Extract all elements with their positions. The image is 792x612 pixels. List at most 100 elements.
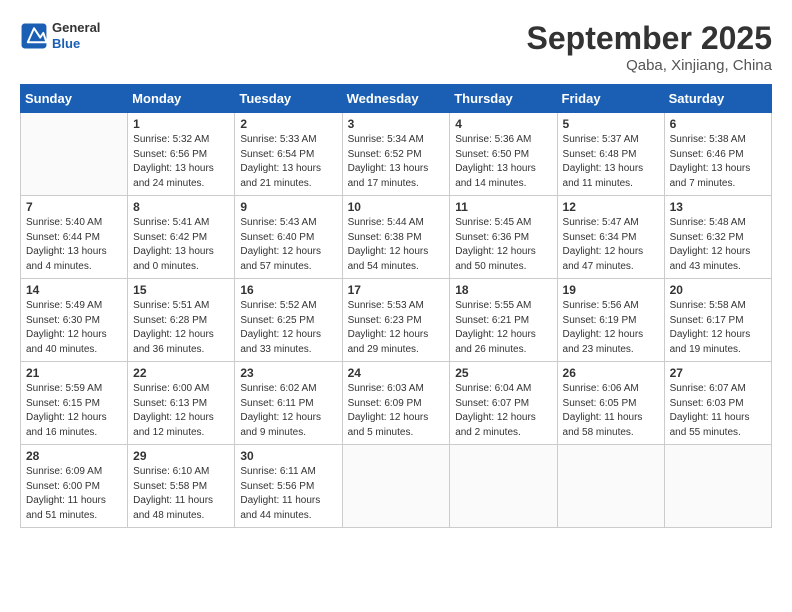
cell-info: Sunrise: 5:33 AM Sunset: 6:54 PM Dayligh… — [240, 133, 336, 191]
cell-info: Sunrise: 6:06 AM Sunset: 6:05 PM Dayligh… — [563, 382, 659, 440]
week-row-1: 1 Sunrise: 5:32 AM Sunset: 6:56 PM Daylig… — [21, 113, 772, 196]
calendar-cell: 18Sunrise: 5:55 AM Sunset: 6:21 PM Dayli… — [450, 279, 557, 362]
day-number: 4 — [455, 117, 551, 131]
logo-blue: Blue — [52, 36, 100, 52]
week-row-4: 21 Sunrise: 5:59 AM Sunset: 6:15 PM Dayli… — [21, 362, 772, 445]
calendar-cell: 1 Sunrise: 5:32 AM Sunset: 6:56 PM Daylig… — [128, 113, 235, 196]
weekday-header-monday: Monday — [128, 85, 235, 113]
day-number: 16 — [240, 283, 336, 297]
weekday-header-wednesday: Wednesday — [342, 85, 450, 113]
day-number: 25 — [455, 366, 551, 380]
day-number: 28 — [26, 449, 122, 463]
day-number: 29 — [133, 449, 229, 463]
calendar-cell: 29 Sunrise: 6:10 AM Sunset: 5:58 PM Dayli… — [128, 445, 235, 528]
day-number: 23 — [240, 366, 336, 380]
cell-info: Sunrise: 5:47 AM Sunset: 6:34 PM Dayligh… — [563, 216, 659, 274]
cell-info: Sunrise: 5:49 AM Sunset: 6:30 PM Dayligh… — [26, 299, 122, 357]
calendar-cell: 30Sunrise: 6:11 AM Sunset: 5:56 PM Dayli… — [235, 445, 342, 528]
weekday-header-tuesday: Tuesday — [235, 85, 342, 113]
day-number: 21 — [26, 366, 122, 380]
calendar-cell — [342, 445, 450, 528]
day-number: 8 — [133, 200, 229, 214]
calendar-cell: 11 Sunrise: 5:45 AM Sunset: 6:36 PM Dayli… — [450, 196, 557, 279]
logo-general: General — [52, 20, 100, 36]
weekday-header-sunday: Sunday — [21, 85, 128, 113]
calendar-cell: 25 Sunrise: 6:04 AM Sunset: 6:07 PM Dayli… — [450, 362, 557, 445]
day-number: 7 — [26, 200, 122, 214]
location: Qaba, Xinjiang, China — [527, 57, 772, 74]
cell-info: Sunrise: 5:40 AM Sunset: 6:44 PM Dayligh… — [26, 216, 122, 274]
calendar-cell: 24Sunrise: 6:03 AM Sunset: 6:09 PM Dayli… — [342, 362, 450, 445]
logo-icon — [20, 22, 48, 50]
calendar-cell: 20Sunrise: 5:58 AM Sunset: 6:17 PM Dayli… — [664, 279, 771, 362]
weekday-header-row: SundayMondayTuesdayWednesdayThursdayFrid… — [21, 85, 772, 113]
calendar-cell — [557, 445, 664, 528]
cell-info: Sunrise: 5:36 AM Sunset: 6:50 PM Dayligh… — [455, 133, 551, 191]
cell-info: Sunrise: 5:32 AM Sunset: 6:56 PM Dayligh… — [133, 133, 229, 191]
month-title: September 2025 — [527, 20, 772, 57]
calendar-cell: 17 Sunrise: 5:53 AM Sunset: 6:23 PM Dayli… — [342, 279, 450, 362]
day-number: 20 — [670, 283, 766, 297]
calendar-cell: 27 Sunrise: 6:07 AM Sunset: 6:03 PM Dayli… — [664, 362, 771, 445]
calendar-cell: 6Sunrise: 5:38 AM Sunset: 6:46 PM Daylig… — [664, 113, 771, 196]
calendar-cell — [450, 445, 557, 528]
day-number: 13 — [670, 200, 766, 214]
day-number: 26 — [563, 366, 659, 380]
day-number: 15 — [133, 283, 229, 297]
cell-info: Sunrise: 6:00 AM Sunset: 6:13 PM Dayligh… — [133, 382, 229, 440]
cell-info: Sunrise: 6:11 AM Sunset: 5:56 PM Dayligh… — [240, 465, 336, 523]
cell-info: Sunrise: 6:10 AM Sunset: 5:58 PM Dayligh… — [133, 465, 229, 523]
cell-info: Sunrise: 5:41 AM Sunset: 6:42 PM Dayligh… — [133, 216, 229, 274]
logo-text: General Blue — [52, 20, 100, 51]
cell-info: Sunrise: 5:51 AM Sunset: 6:28 PM Dayligh… — [133, 299, 229, 357]
cell-info: Sunrise: 6:07 AM Sunset: 6:03 PM Dayligh… — [670, 382, 766, 440]
day-number: 22 — [133, 366, 229, 380]
day-number: 9 — [240, 200, 336, 214]
cell-info: Sunrise: 5:59 AM Sunset: 6:15 PM Dayligh… — [26, 382, 122, 440]
calendar-cell: 22 Sunrise: 6:00 AM Sunset: 6:13 PM Dayli… — [128, 362, 235, 445]
calendar-cell: 28 Sunrise: 6:09 AM Sunset: 6:00 PM Dayli… — [21, 445, 128, 528]
day-number: 3 — [348, 117, 445, 131]
day-number: 11 — [455, 200, 551, 214]
day-number: 27 — [670, 366, 766, 380]
calendar-cell: 13 Sunrise: 5:48 AM Sunset: 6:32 PM Dayli… — [664, 196, 771, 279]
calendar-cell: 16Sunrise: 5:52 AM Sunset: 6:25 PM Dayli… — [235, 279, 342, 362]
weekday-header-friday: Friday — [557, 85, 664, 113]
day-number: 5 — [563, 117, 659, 131]
calendar-cell: 4 Sunrise: 5:36 AM Sunset: 6:50 PM Daylig… — [450, 113, 557, 196]
cell-info: Sunrise: 6:09 AM Sunset: 6:00 PM Dayligh… — [26, 465, 122, 523]
calendar-table: SundayMondayTuesdayWednesdayThursdayFrid… — [20, 84, 772, 528]
day-number: 12 — [563, 200, 659, 214]
cell-info: Sunrise: 5:53 AM Sunset: 6:23 PM Dayligh… — [348, 299, 445, 357]
cell-info: Sunrise: 5:34 AM Sunset: 6:52 PM Dayligh… — [348, 133, 445, 191]
calendar-cell: 21 Sunrise: 5:59 AM Sunset: 6:15 PM Dayli… — [21, 362, 128, 445]
day-number: 18 — [455, 283, 551, 297]
calendar-cell: 5Sunrise: 5:37 AM Sunset: 6:48 PM Daylig… — [557, 113, 664, 196]
cell-info: Sunrise: 5:43 AM Sunset: 6:40 PM Dayligh… — [240, 216, 336, 274]
calendar-cell — [21, 113, 128, 196]
calendar-cell — [664, 445, 771, 528]
calendar-cell: 9 Sunrise: 5:43 AM Sunset: 6:40 PM Daylig… — [235, 196, 342, 279]
cell-info: Sunrise: 6:04 AM Sunset: 6:07 PM Dayligh… — [455, 382, 551, 440]
day-number: 10 — [348, 200, 445, 214]
calendar-cell: 7 Sunrise: 5:40 AM Sunset: 6:44 PM Daylig… — [21, 196, 128, 279]
day-number: 14 — [26, 283, 122, 297]
cell-info: Sunrise: 5:45 AM Sunset: 6:36 PM Dayligh… — [455, 216, 551, 274]
calendar-cell: 14 Sunrise: 5:49 AM Sunset: 6:30 PM Dayli… — [21, 279, 128, 362]
day-number: 17 — [348, 283, 445, 297]
day-number: 1 — [133, 117, 229, 131]
weekday-header-thursday: Thursday — [450, 85, 557, 113]
calendar-cell: 2 Sunrise: 5:33 AM Sunset: 6:54 PM Daylig… — [235, 113, 342, 196]
cell-info: Sunrise: 5:48 AM Sunset: 6:32 PM Dayligh… — [670, 216, 766, 274]
page-header: General Blue September 2025 Qaba, Xinjia… — [20, 20, 772, 74]
cell-info: Sunrise: 5:44 AM Sunset: 6:38 PM Dayligh… — [348, 216, 445, 274]
week-row-2: 7 Sunrise: 5:40 AM Sunset: 6:44 PM Daylig… — [21, 196, 772, 279]
weekday-header-saturday: Saturday — [664, 85, 771, 113]
calendar-cell: 23Sunrise: 6:02 AM Sunset: 6:11 PM Dayli… — [235, 362, 342, 445]
day-number: 2 — [240, 117, 336, 131]
calendar-cell: 26 Sunrise: 6:06 AM Sunset: 6:05 PM Dayli… — [557, 362, 664, 445]
calendar-cell: 12 Sunrise: 5:47 AM Sunset: 6:34 PM Dayli… — [557, 196, 664, 279]
cell-info: Sunrise: 5:38 AM Sunset: 6:46 PM Dayligh… — [670, 133, 766, 191]
calendar-cell: 8 Sunrise: 5:41 AM Sunset: 6:42 PM Daylig… — [128, 196, 235, 279]
cell-info: Sunrise: 5:56 AM Sunset: 6:19 PM Dayligh… — [563, 299, 659, 357]
